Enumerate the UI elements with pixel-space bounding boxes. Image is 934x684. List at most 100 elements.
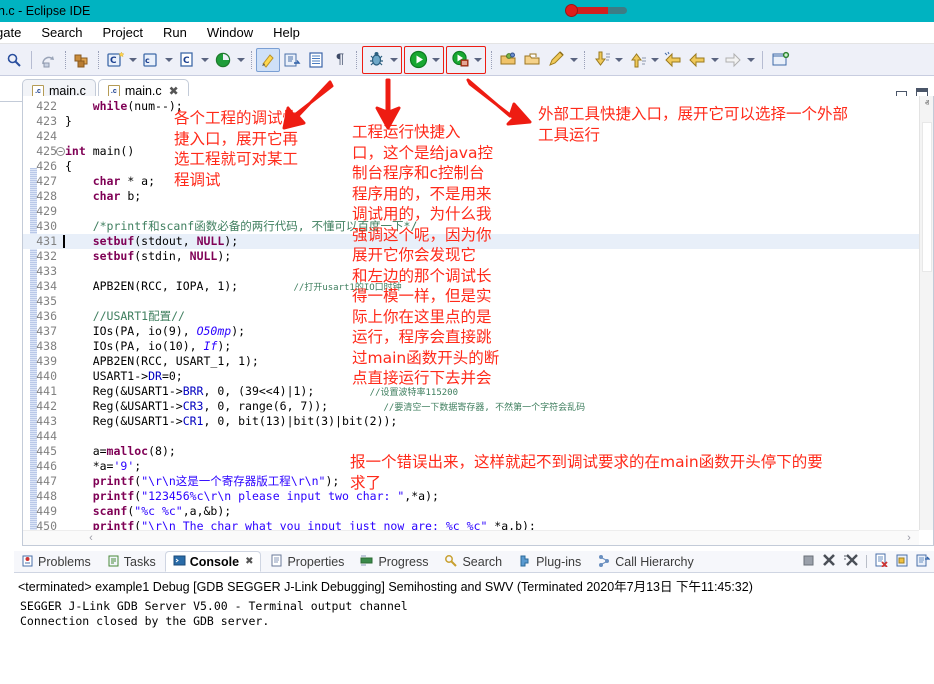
forward-dropdown-icon[interactable]: [745, 48, 757, 72]
problems-icon: [21, 554, 34, 570]
bottom-tab-search[interactable]: Search: [437, 551, 509, 572]
line-number: 446: [31, 459, 57, 474]
pencil-icon[interactable]: [544, 48, 568, 72]
line-number: 437: [31, 324, 57, 339]
debug-icon[interactable]: [364, 48, 388, 72]
code-line-text: USART1->DR=0;: [65, 369, 183, 384]
bottom-tab-progress[interactable]: Progress: [353, 551, 435, 572]
new-c-file-dropdown-icon[interactable]: [199, 48, 211, 72]
line-number: 438: [31, 339, 57, 354]
line-number: 432: [31, 249, 57, 264]
back-dropdown-icon[interactable]: [709, 48, 721, 72]
line-number: 440: [31, 369, 57, 384]
menu-item-search[interactable]: Search: [31, 25, 92, 40]
open-type-icon[interactable]: [496, 48, 520, 72]
external-tools-annotation-arrow: [464, 78, 536, 126]
call-hierarchy-icon: [597, 554, 611, 570]
window-title: n.c - Eclipse IDE: [0, 4, 90, 18]
new-cpp-project-dropdown-icon[interactable]: [163, 48, 175, 72]
remove-launch-icon[interactable]: [822, 553, 836, 570]
line-number: 443: [31, 414, 57, 429]
debug-dropdown-icon[interactable]: [388, 48, 400, 72]
close-icon[interactable]: ✖: [245, 556, 253, 567]
code-line-text: *a='9';: [65, 459, 141, 474]
git-dropdown-icon[interactable]: [235, 48, 247, 72]
back-to-icon[interactable]: [661, 48, 685, 72]
code-line-text: setbuf(stdin, NULL);: [65, 249, 231, 264]
terminate-icon[interactable]: [802, 554, 815, 570]
run-icon[interactable]: [406, 48, 430, 72]
build-all-icon[interactable]: [70, 48, 94, 72]
external-tools-annotation: 外部工具快捷入口，展开它可以选择一个外部 工具运行: [538, 104, 928, 145]
scroll-down-icon[interactable]: ⱟ: [920, 516, 934, 530]
search-icon[interactable]: [2, 48, 26, 72]
properties-icon: [270, 554, 283, 570]
debug-annotation-arrow: [274, 78, 334, 130]
fold-toggle-icon[interactable]: −: [56, 147, 65, 156]
run-dropdown-icon[interactable]: [430, 48, 442, 72]
line-number: 427: [31, 174, 57, 189]
save-all-icon[interactable]: [37, 48, 61, 72]
bottom-tab-console[interactable]: Console ✖: [165, 551, 262, 572]
progress-icon: [360, 554, 374, 570]
search-icon: [444, 554, 458, 570]
external-tools-icon[interactable]: [448, 48, 472, 72]
next-annotation-icon[interactable]: [589, 48, 613, 72]
menu-item-help[interactable]: Help: [263, 25, 310, 40]
remove-all-launches-icon[interactable]: [843, 553, 859, 570]
editor-horizontal-scrollbar[interactable]: ‹ ›: [23, 530, 919, 545]
code-line: 449 scanf("%c %c",a,&b);: [23, 504, 919, 519]
code-line: 444: [23, 429, 919, 444]
code-line: 450 printf("\r\n The char what you input…: [23, 519, 919, 530]
next-annotation-dropdown-icon[interactable]: [613, 48, 625, 72]
text-cursor: [63, 235, 65, 248]
forward-icon[interactable]: [721, 48, 745, 72]
new-window-icon[interactable]: [768, 48, 792, 72]
export-icon[interactable]: [280, 48, 304, 72]
menu-item-run[interactable]: Run: [153, 25, 197, 40]
bottom-tab-plug-ins[interactable]: Plug-ins: [511, 551, 588, 572]
line-number: 429: [31, 204, 57, 219]
code-line-text: setbuf(stdout, NULL);: [65, 234, 238, 249]
bottom-tab-properties[interactable]: Properties: [263, 551, 351, 572]
new-c-file-icon[interactable]: C: [175, 48, 199, 72]
line-number: 425: [31, 144, 57, 159]
run-annotation: 工程运行快捷入 口，这个是给java控 制台程序和c控制台 程序用的，不是用来 …: [352, 122, 562, 389]
code-line-text: char b;: [65, 189, 141, 204]
code-line-text: scanf("%c %c",a,&b);: [65, 504, 231, 519]
line-number: 439: [31, 354, 57, 369]
code-line-text: int main(): [65, 144, 134, 159]
external-tools-dropdown-icon[interactable]: [472, 48, 484, 72]
previous-annotation-dropdown-icon[interactable]: [649, 48, 661, 72]
pencil-dropdown-icon[interactable]: [568, 48, 580, 72]
menu-item-navigate[interactable]: gate: [0, 25, 31, 40]
previous-annotation-icon[interactable]: [625, 48, 649, 72]
plugins-icon: [518, 554, 532, 570]
code-line-text: Reg(&USART1->CR1, 0, bit(13)|bit(3)|bit(…: [65, 414, 397, 429]
code-line-text: printf("\r\n这是一个寄存器版工程\r\n");: [65, 474, 339, 489]
scroll-right-icon[interactable]: ›: [901, 531, 917, 546]
bottom-tab-tasks[interactable]: Tasks: [100, 551, 163, 572]
svg-text:C: C: [183, 56, 190, 66]
pin-console-icon[interactable]: [916, 553, 930, 570]
back-icon[interactable]: [685, 48, 709, 72]
bottom-tab-label: Search: [462, 555, 502, 569]
properties-icon[interactable]: [304, 48, 328, 72]
git-icon[interactable]: [211, 48, 235, 72]
new-c-project-dropdown-icon[interactable]: [127, 48, 139, 72]
scroll-left-icon[interactable]: ‹: [83, 531, 99, 546]
code-line-text: char * a;: [65, 174, 155, 189]
bottom-tab-call-hierarchy[interactable]: Call Hierarchy: [590, 551, 701, 572]
open-resource-icon[interactable]: [520, 48, 544, 72]
menu-item-window[interactable]: Window: [197, 25, 263, 40]
new-c-project-icon[interactable]: C: [103, 48, 127, 72]
console-status-line: <terminated> example1 Debug [GDB SEGGER …: [14, 573, 934, 597]
menu-item-project[interactable]: Project: [93, 25, 153, 40]
line-number: 448: [31, 489, 57, 504]
highlight-icon[interactable]: [256, 48, 280, 72]
bottom-tab-problems[interactable]: Problems: [14, 551, 98, 572]
clear-console-icon[interactable]: [874, 553, 888, 570]
new-cpp-project-icon[interactable]: c: [139, 48, 163, 72]
scroll-lock-icon[interactable]: [895, 553, 909, 570]
pilcrow-icon[interactable]: ¶: [328, 48, 352, 72]
